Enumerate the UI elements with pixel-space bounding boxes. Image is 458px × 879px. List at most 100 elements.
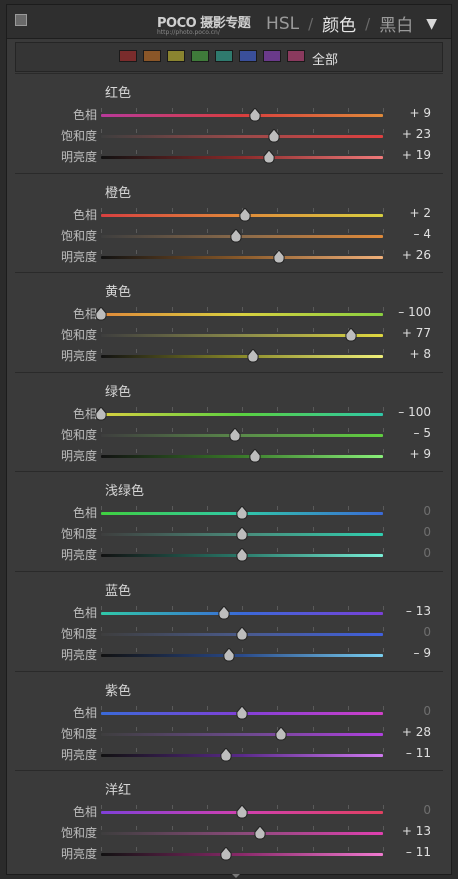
slider-thumb[interactable]: [236, 527, 248, 541]
slider-value[interactable]: + 77: [402, 326, 431, 340]
slider-track[interactable]: [101, 355, 383, 359]
slider-value[interactable]: 0: [423, 803, 431, 817]
panel-tabs: HSL / 颜色 / 黑白 ▼: [266, 11, 437, 37]
slider-track[interactable]: [101, 433, 383, 437]
slider-track[interactable]: [101, 156, 383, 159]
slider-value[interactable]: + 23: [402, 127, 431, 141]
slider-value[interactable]: – 13: [406, 604, 431, 618]
slider-label: 色相: [72, 606, 97, 620]
slider-value[interactable]: 0: [423, 546, 431, 560]
slider-label: 色相: [72, 108, 97, 122]
color-swatch-7[interactable]: [287, 50, 305, 62]
slider-thumb[interactable]: [273, 249, 285, 264]
slider-label: 色相: [72, 207, 97, 222]
slider-track[interactable]: [101, 313, 383, 317]
slider-value[interactable]: – 9: [414, 646, 431, 660]
slider-row: 色相 0: [15, 802, 443, 822]
slider-track[interactable]: [101, 412, 383, 416]
slider-value[interactable]: + 2: [409, 206, 431, 220]
slider-value[interactable]: + 19: [402, 148, 431, 162]
slider-value[interactable]: – 4: [414, 227, 431, 241]
slider-track[interactable]: [101, 654, 383, 657]
slider-thumb[interactable]: [254, 826, 266, 840]
color-swatch-5[interactable]: [239, 50, 257, 62]
slider-value[interactable]: – 100: [398, 305, 431, 319]
slider-thumb[interactable]: [236, 627, 248, 641]
slider-thumb[interactable]: [268, 129, 281, 143]
slider-row: 明亮度 + 9: [15, 446, 443, 466]
slider-track[interactable]: [101, 334, 383, 338]
slider-value[interactable]: – 100: [398, 405, 431, 419]
color-swatch-4[interactable]: [215, 50, 233, 62]
slider-thumb[interactable]: [249, 108, 261, 122]
slider-value[interactable]: + 13: [402, 824, 431, 838]
slider-value[interactable]: 0: [423, 625, 431, 639]
slider-thumb[interactable]: [220, 847, 233, 861]
slider-thumb[interactable]: [236, 805, 248, 819]
slider-thumb[interactable]: [344, 328, 357, 342]
slider-thumb[interactable]: [229, 427, 241, 442]
slider-value[interactable]: + 9: [409, 447, 431, 461]
slider-thumb[interactable]: [95, 307, 107, 321]
slider-thumb[interactable]: [236, 506, 248, 520]
slider-thumb[interactable]: [249, 448, 261, 463]
tab-hsl[interactable]: HSL: [266, 14, 299, 34]
slider-thumb[interactable]: [263, 150, 275, 164]
slider-track[interactable]: [101, 114, 383, 117]
slider-thumb[interactable]: [239, 207, 251, 222]
tab-bw[interactable]: 黑白: [379, 11, 413, 36]
tab-color[interactable]: 颜色: [322, 11, 356, 36]
slider-track[interactable]: [101, 853, 383, 857]
slider-label: 色相: [72, 705, 97, 720]
slider-ticks: [101, 108, 384, 113]
slider-row: 明亮度 – 11: [15, 844, 443, 864]
slider-track[interactable]: [101, 255, 383, 259]
slider-thumb[interactable]: [230, 228, 242, 243]
panel-switch-icon[interactable]: [15, 14, 27, 26]
all-colors-button[interactable]: 全部: [312, 49, 338, 68]
group-title: 橙色: [105, 185, 132, 201]
slider-value[interactable]: + 28: [402, 725, 431, 739]
slider-thumb[interactable]: [223, 648, 235, 662]
slider-value[interactable]: + 9: [409, 106, 431, 120]
slider-track[interactable]: [101, 135, 383, 138]
panel-header: POCO 摄影专题 http://photo.poco.cn/ HSL / 颜色…: [7, 5, 451, 39]
color-swatch-1[interactable]: [143, 50, 161, 62]
slider-label: 饱和度: [60, 726, 97, 741]
slider-thumb[interactable]: [220, 747, 233, 762]
color-swatch-6[interactable]: [263, 50, 281, 62]
slider-thumb[interactable]: [236, 548, 248, 562]
group-title: 红色: [105, 86, 132, 101]
slider-value[interactable]: 0: [423, 704, 431, 718]
slider-track[interactable]: [101, 753, 383, 757]
slider-label: 明亮度: [60, 448, 97, 463]
slider-thumb[interactable]: [275, 726, 288, 741]
slider-track[interactable]: [101, 612, 383, 615]
color-swatch-0[interactable]: [119, 50, 137, 62]
slider-ticks: [101, 150, 384, 155]
slider-ticks: [101, 648, 384, 653]
slider-value[interactable]: – 11: [406, 845, 431, 859]
slider-value[interactable]: – 11: [406, 746, 431, 760]
slider-value[interactable]: – 5: [414, 426, 431, 440]
slider-thumb[interactable]: [218, 606, 230, 620]
slider-track[interactable]: [101, 732, 383, 736]
slider-ticks: [101, 726, 384, 732]
color-swatch-2[interactable]: [167, 50, 185, 62]
slider-thumb[interactable]: [247, 349, 259, 363]
slider-thumb[interactable]: [236, 705, 248, 720]
slider-row: 饱和度 0: [15, 624, 443, 644]
triangle-down-icon[interactable]: ▼: [426, 16, 437, 32]
slider-value[interactable]: 0: [423, 525, 431, 539]
slider-value[interactable]: 0: [423, 504, 431, 518]
slider-label: 色相: [72, 307, 97, 322]
color-swatch-3[interactable]: [191, 50, 209, 62]
slider-label: 明亮度: [60, 847, 97, 862]
slider-thumb[interactable]: [95, 406, 107, 421]
slider-label: 饱和度: [60, 627, 97, 641]
slider-value[interactable]: + 8: [409, 347, 431, 361]
slider-value[interactable]: + 26: [402, 248, 431, 262]
slider-ticks: [101, 349, 384, 354]
slider-track[interactable]: [101, 832, 383, 836]
slider-track[interactable]: [101, 454, 383, 458]
